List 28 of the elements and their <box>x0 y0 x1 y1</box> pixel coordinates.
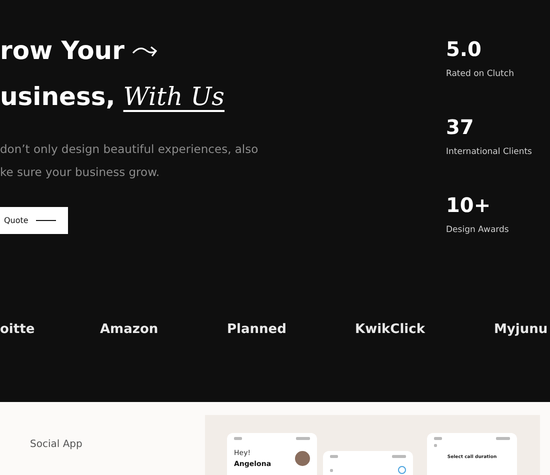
paragraph-line: ke sure your business grow. <box>0 164 161 181</box>
stat-label: International Clients <box>446 146 532 158</box>
status-time-icon <box>330 455 338 458</box>
stat-value: 37 <box>446 114 475 140</box>
back-icon <box>434 444 437 447</box>
project-title: Social App <box>30 438 84 452</box>
status-icons-icon <box>296 437 310 440</box>
status-icons-icon <box>496 437 510 440</box>
status-icons-icon <box>392 455 406 458</box>
avatar-icon <box>295 451 310 466</box>
status-time-icon <box>434 437 442 440</box>
stat-value: 10+ <box>446 192 492 218</box>
client-logo: oitte <box>0 321 35 340</box>
stat-value: 5.0 <box>446 36 482 62</box>
heading-text: row Your <box>0 35 124 67</box>
client-logo: Planned <box>227 321 286 340</box>
radio-icon <box>398 466 406 474</box>
status-time-icon <box>234 437 242 440</box>
heading-accent: With Us <box>123 81 225 113</box>
quote-button[interactable]: Quote <box>0 207 68 234</box>
list-line-icon <box>330 468 333 472</box>
client-logo: KwikClick <box>355 321 425 340</box>
client-logo: Myjunu <box>494 321 548 340</box>
client-logo: Amazon <box>100 321 158 340</box>
stat-label: Design Awards <box>446 224 510 236</box>
heading-text: usiness, <box>0 81 116 113</box>
stat-label: Rated on Clutch <box>446 68 515 81</box>
paragraph-line: don’t only design beautiful experiences, also <box>0 141 260 158</box>
